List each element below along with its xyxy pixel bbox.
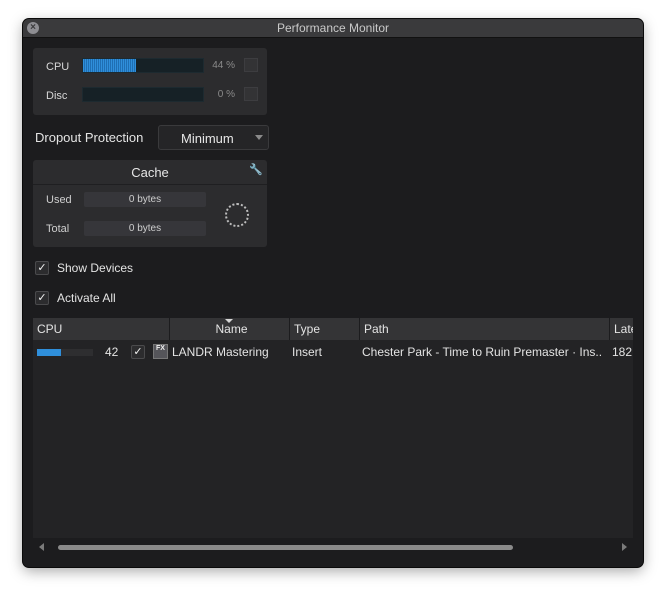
fx-plugin-icon: FX [153,344,168,359]
cpu-percent: 44 % [212,60,235,71]
cache-title: Cache [131,165,169,180]
table-row[interactable]: 42 ✓ FX LANDR Mastering Insert Chester P… [33,341,633,363]
plugin-table: CPU Name Type Path Late 42 ✓ FX LANDR Ma… [33,318,633,558]
cache-used-value: 0 bytes [84,192,206,207]
row-cpu-bar [37,349,93,356]
cpu-meter-bar [82,58,204,73]
dropout-protection-select[interactable]: Minimum [158,125,269,150]
cache-used-label: Used [46,194,72,206]
cache-divider [33,184,267,185]
performance-monitor-window: × Performance Monitor CPU 44 % Disc 0 % … [23,19,643,567]
column-header-latency[interactable]: Late [610,318,633,340]
cpu-meter-fill [83,59,136,72]
dropout-protection-value: Minimum [181,131,234,146]
row-cpu-value: 42 [105,345,119,359]
table-header: CPU Name Type Path Late [33,318,633,340]
horizontal-scrollbar[interactable] [33,538,633,558]
column-header-type[interactable]: Type [290,318,360,340]
show-devices-checkbox[interactable]: ✓ [35,261,49,275]
cache-panel: Cache 🔧 Used 0 bytes Total 0 bytes [33,160,267,247]
wrench-icon[interactable]: 🔧 [249,163,263,176]
cache-total-label: Total [46,223,70,235]
disc-overload-indicator [244,87,258,101]
meters-panel: CPU 44 % Disc 0 % [33,48,267,115]
cpu-overload-indicator [244,58,258,72]
row-latency: 182 [612,345,633,359]
show-devices-label: Show Devices [57,261,134,275]
chevron-down-icon [255,135,263,140]
column-header-path[interactable]: Path [360,318,610,340]
activate-all-label: Activate All [57,291,116,305]
sort-descending-icon [225,319,233,323]
activate-all-checkbox[interactable]: ✓ [35,291,49,305]
title-bar: × Performance Monitor [23,19,643,38]
cpu-meter-label: CPU [46,61,70,73]
row-name: LANDR Mastering [172,345,269,359]
disc-percent: 0 % [217,89,235,100]
row-path: Chester Park - Time to Ruin Premaster · … [362,345,603,359]
disc-meter-label: Disc [46,90,68,102]
scroll-right-icon[interactable] [622,543,627,551]
dropout-protection-label: Dropout Protection [35,130,144,145]
row-active-checkbox[interactable]: ✓ [131,345,145,359]
row-type: Insert [292,345,323,359]
cache-total-value: 0 bytes [84,221,206,236]
scroll-thumb[interactable] [58,545,513,550]
scroll-left-icon[interactable] [39,543,44,551]
spinner-icon [225,203,249,227]
window-title: Performance Monitor [276,21,390,35]
disc-meter-bar [82,87,204,102]
row-cpu-fill [37,349,61,356]
column-header-cpu[interactable]: CPU [33,318,170,340]
